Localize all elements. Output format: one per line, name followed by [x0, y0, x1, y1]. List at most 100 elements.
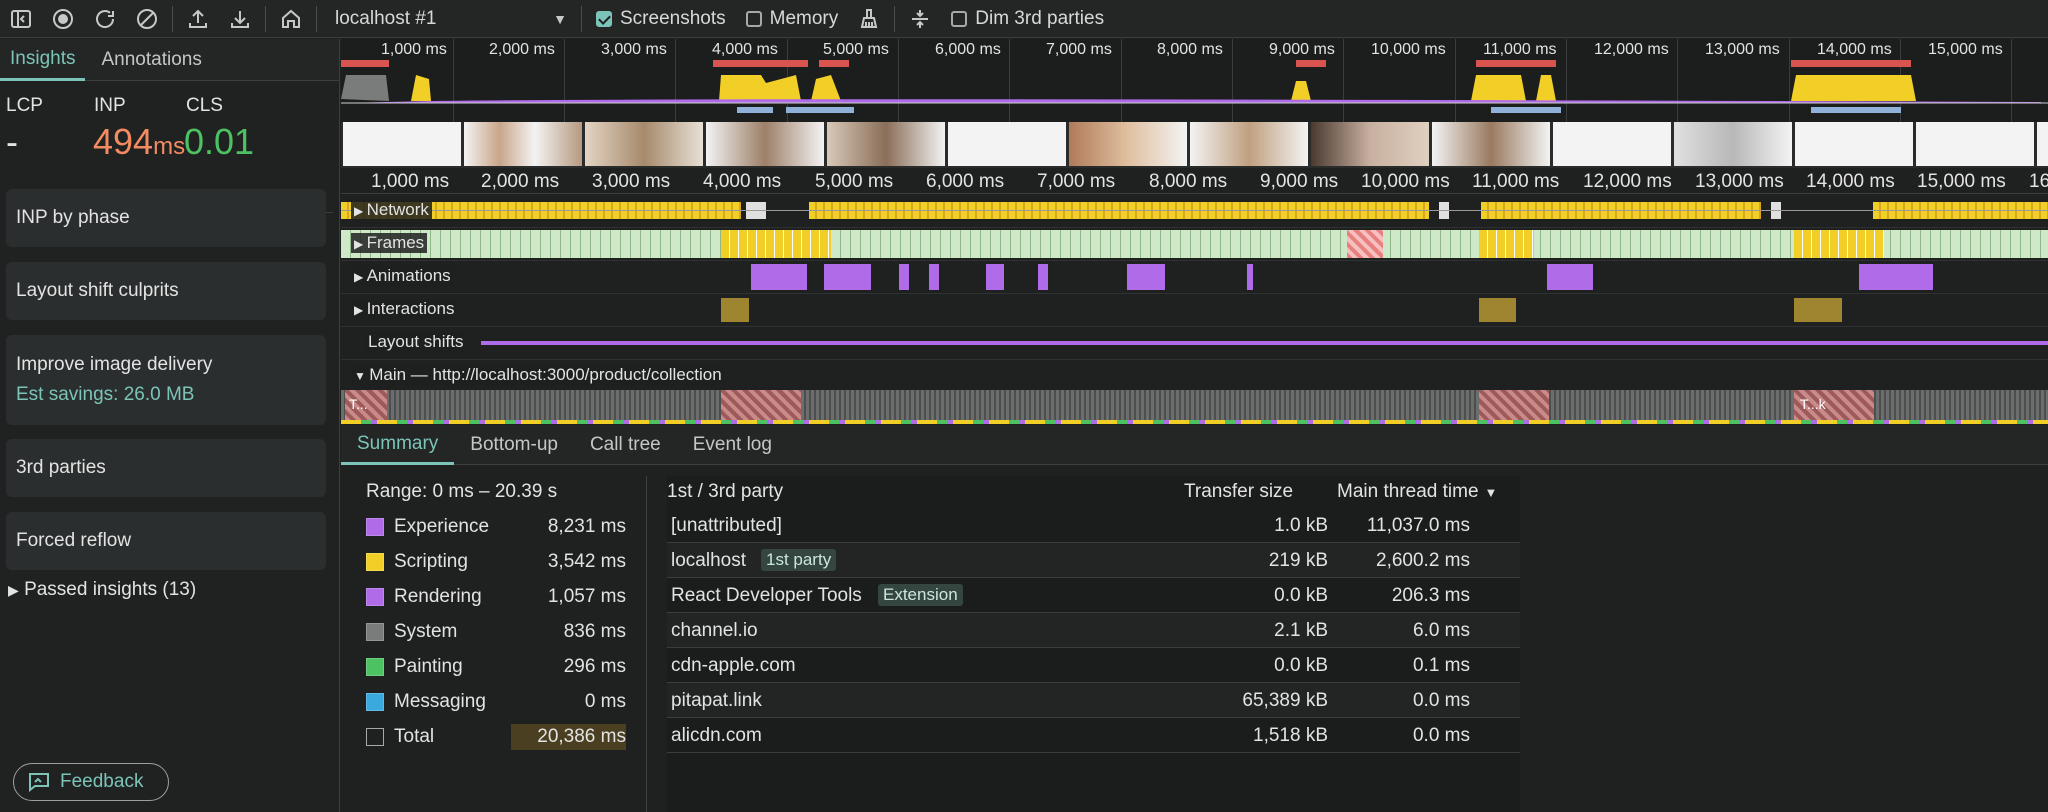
animation-bar[interactable] [1038, 264, 1048, 290]
table-row[interactable]: [unattributed] 1.0 kB 11,037.0 ms [667, 508, 1520, 543]
interaction-bar[interactable] [1794, 298, 1842, 322]
screenshot-thumbnail[interactable] [1795, 122, 1913, 166]
screenshot-thumbnail[interactable] [2037, 122, 2048, 166]
insight-3rd-parties[interactable]: 3rd parties [6, 439, 326, 497]
frames-track-label[interactable]: ▶ Frames [351, 233, 428, 253]
animation-bar[interactable] [929, 264, 939, 290]
table-row[interactable]: React Developer Tools Extension 0.0 kB 2… [667, 578, 1520, 613]
screenshot-thumbnail[interactable] [827, 122, 945, 166]
col-header-party[interactable]: 1st / 3rd party [667, 476, 783, 508]
long-task[interactable]: T... [345, 390, 387, 420]
tab-event-log[interactable]: Event log [677, 425, 788, 465]
screenshot-thumbnail[interactable] [706, 122, 824, 166]
screenshots-filmstrip[interactable] [341, 122, 2048, 168]
long-frame[interactable] [721, 230, 831, 258]
insight-forced-reflow[interactable]: Forced reflow [6, 512, 326, 570]
reload-record-button[interactable] [84, 0, 126, 38]
interactions-track-label[interactable]: ▶ Interactions [351, 299, 458, 319]
animations-track[interactable]: ▶ Animations [341, 261, 2048, 294]
screenshot-thumbnail[interactable] [1916, 122, 2034, 166]
tab-insights[interactable]: Insights [0, 39, 86, 81]
animation-bar[interactable] [1859, 264, 1933, 290]
screenshots-checkbox[interactable]: Screenshots [586, 0, 736, 38]
extension-badge: Extension [878, 584, 963, 606]
timeline-overview[interactable]: 1,000 ms 2,000 ms 3,000 ms 4,000 ms 5,00… [341, 39, 2048, 122]
layout-shifts-label[interactable]: Layout shifts [365, 332, 467, 352]
long-task[interactable]: T...k [1794, 390, 1874, 420]
table-row[interactable]: cdn-apple.com 0.0 kB 0.1 ms [667, 648, 1520, 683]
interaction-bar[interactable] [721, 298, 749, 322]
interactions-track[interactable]: ▶ Interactions [341, 294, 2048, 327]
category-value: 0 ms [584, 691, 626, 712]
dim-3rd-parties-checkbox[interactable]: Dim 3rd parties [941, 0, 1114, 38]
layout-shift-markers[interactable] [481, 341, 2048, 345]
table-row[interactable]: pitapat.link 65,389 kB 0.0 ms [667, 683, 1520, 718]
tab-bottom-up[interactable]: Bottom-up [454, 425, 574, 465]
network-track[interactable]: ▶ Network [341, 195, 2048, 228]
animation-bar[interactable] [751, 264, 807, 290]
table-row[interactable]: alicdn.com 1,518 kB 0.0 ms [667, 718, 1520, 753]
insight-improve-image-delivery[interactable]: Improve image delivery Est savings: 26.0… [6, 335, 326, 425]
col-header-main-thread[interactable]: Main thread time ▼ [1337, 476, 1497, 508]
long-task[interactable] [721, 390, 801, 420]
long-task[interactable] [1479, 390, 1549, 420]
feedback-button[interactable]: Feedback [13, 763, 169, 801]
screenshot-thumbnail[interactable] [343, 122, 461, 166]
animation-bar[interactable] [986, 264, 1004, 290]
clear-button[interactable] [126, 0, 168, 38]
animation-bar[interactable] [824, 264, 871, 290]
screenshot-thumbnail[interactable] [1069, 122, 1187, 166]
main-track-label[interactable]: ▼ Main — http://localhost:3000/product/c… [351, 365, 725, 385]
broom-icon [861, 8, 878, 28]
main-thread-categories [341, 420, 2048, 424]
category-row-painting: Painting 296 ms [366, 651, 626, 683]
main-thread-flamechart[interactable] [341, 390, 2048, 420]
screenshot-thumbnail[interactable] [1190, 122, 1308, 166]
download-button[interactable] [219, 0, 261, 38]
screenshot-thumbnail[interactable] [1553, 122, 1671, 166]
animation-bar[interactable] [1247, 264, 1253, 290]
col-header-transfer[interactable]: Transfer size [1184, 476, 1293, 508]
upload-button[interactable] [177, 0, 219, 38]
passed-insights-toggle[interactable]: ▶ Passed insights (13) [8, 579, 196, 601]
table-row[interactable]: channel.io 2.1 kB 6.0 ms [667, 613, 1520, 648]
animation-bar[interactable] [899, 264, 909, 290]
animation-bar[interactable] [1547, 264, 1593, 290]
frames-track[interactable]: ▶ Frames [341, 228, 2048, 261]
category-name: Rendering [394, 586, 482, 607]
insight-layout-shift-culprits[interactable]: Layout shift culprits [6, 262, 326, 320]
table-row[interactable]: localhost 1st party 219 kB 2,600.2 ms [667, 543, 1520, 578]
main-thread-track[interactable]: ▼ Main — http://localhost:3000/product/c… [341, 360, 2048, 426]
dropped-frame[interactable] [1347, 230, 1383, 258]
memory-checkbox[interactable]: Memory [736, 0, 849, 38]
layout-shifts-track[interactable]: Layout shifts [341, 327, 2048, 360]
screenshot-thumbnail[interactable] [1674, 122, 1792, 166]
insight-inp-by-phase[interactable]: INP by phase [6, 189, 326, 247]
target-select[interactable]: localhost #1 ▼ [321, 0, 577, 38]
collapse-tracks-button[interactable] [899, 0, 941, 38]
screenshot-thumbnail[interactable] [585, 122, 703, 166]
screenshot-thumbnail[interactable] [1311, 122, 1429, 166]
tab-summary[interactable]: Summary [341, 425, 455, 465]
tab-call-tree[interactable]: Call tree [574, 425, 677, 465]
third-party-table: 1st / 3rd party Transfer size Main threa… [667, 476, 1520, 812]
network-track-label[interactable]: ▶ Network [351, 200, 432, 220]
row-main-time: 6.0 ms [1412, 620, 1470, 641]
tab-annotations[interactable]: Annotations [85, 39, 211, 81]
checkbox-unchecked-icon [745, 10, 762, 27]
summary-panel: Range: 0 ms – 20.39 s Experience 8,231 m… [341, 466, 647, 812]
ruler-tick: 14,000 ms [1806, 171, 1895, 192]
frames-strip[interactable] [341, 230, 2048, 258]
animation-bar[interactable] [1127, 264, 1165, 290]
sidebar-toggle-button[interactable] [0, 0, 42, 38]
garbage-collect-button[interactable] [848, 0, 890, 38]
interaction-bar[interactable] [1479, 298, 1516, 322]
long-frame[interactable] [1794, 230, 1884, 258]
home-button[interactable] [270, 0, 312, 38]
animations-track-label[interactable]: ▶ Animations [351, 266, 454, 286]
long-frame[interactable] [1479, 230, 1534, 258]
record-button[interactable] [42, 0, 84, 38]
screenshot-thumbnail[interactable] [1432, 122, 1550, 166]
screenshot-thumbnail[interactable] [948, 122, 1066, 166]
screenshot-thumbnail[interactable] [464, 122, 582, 166]
